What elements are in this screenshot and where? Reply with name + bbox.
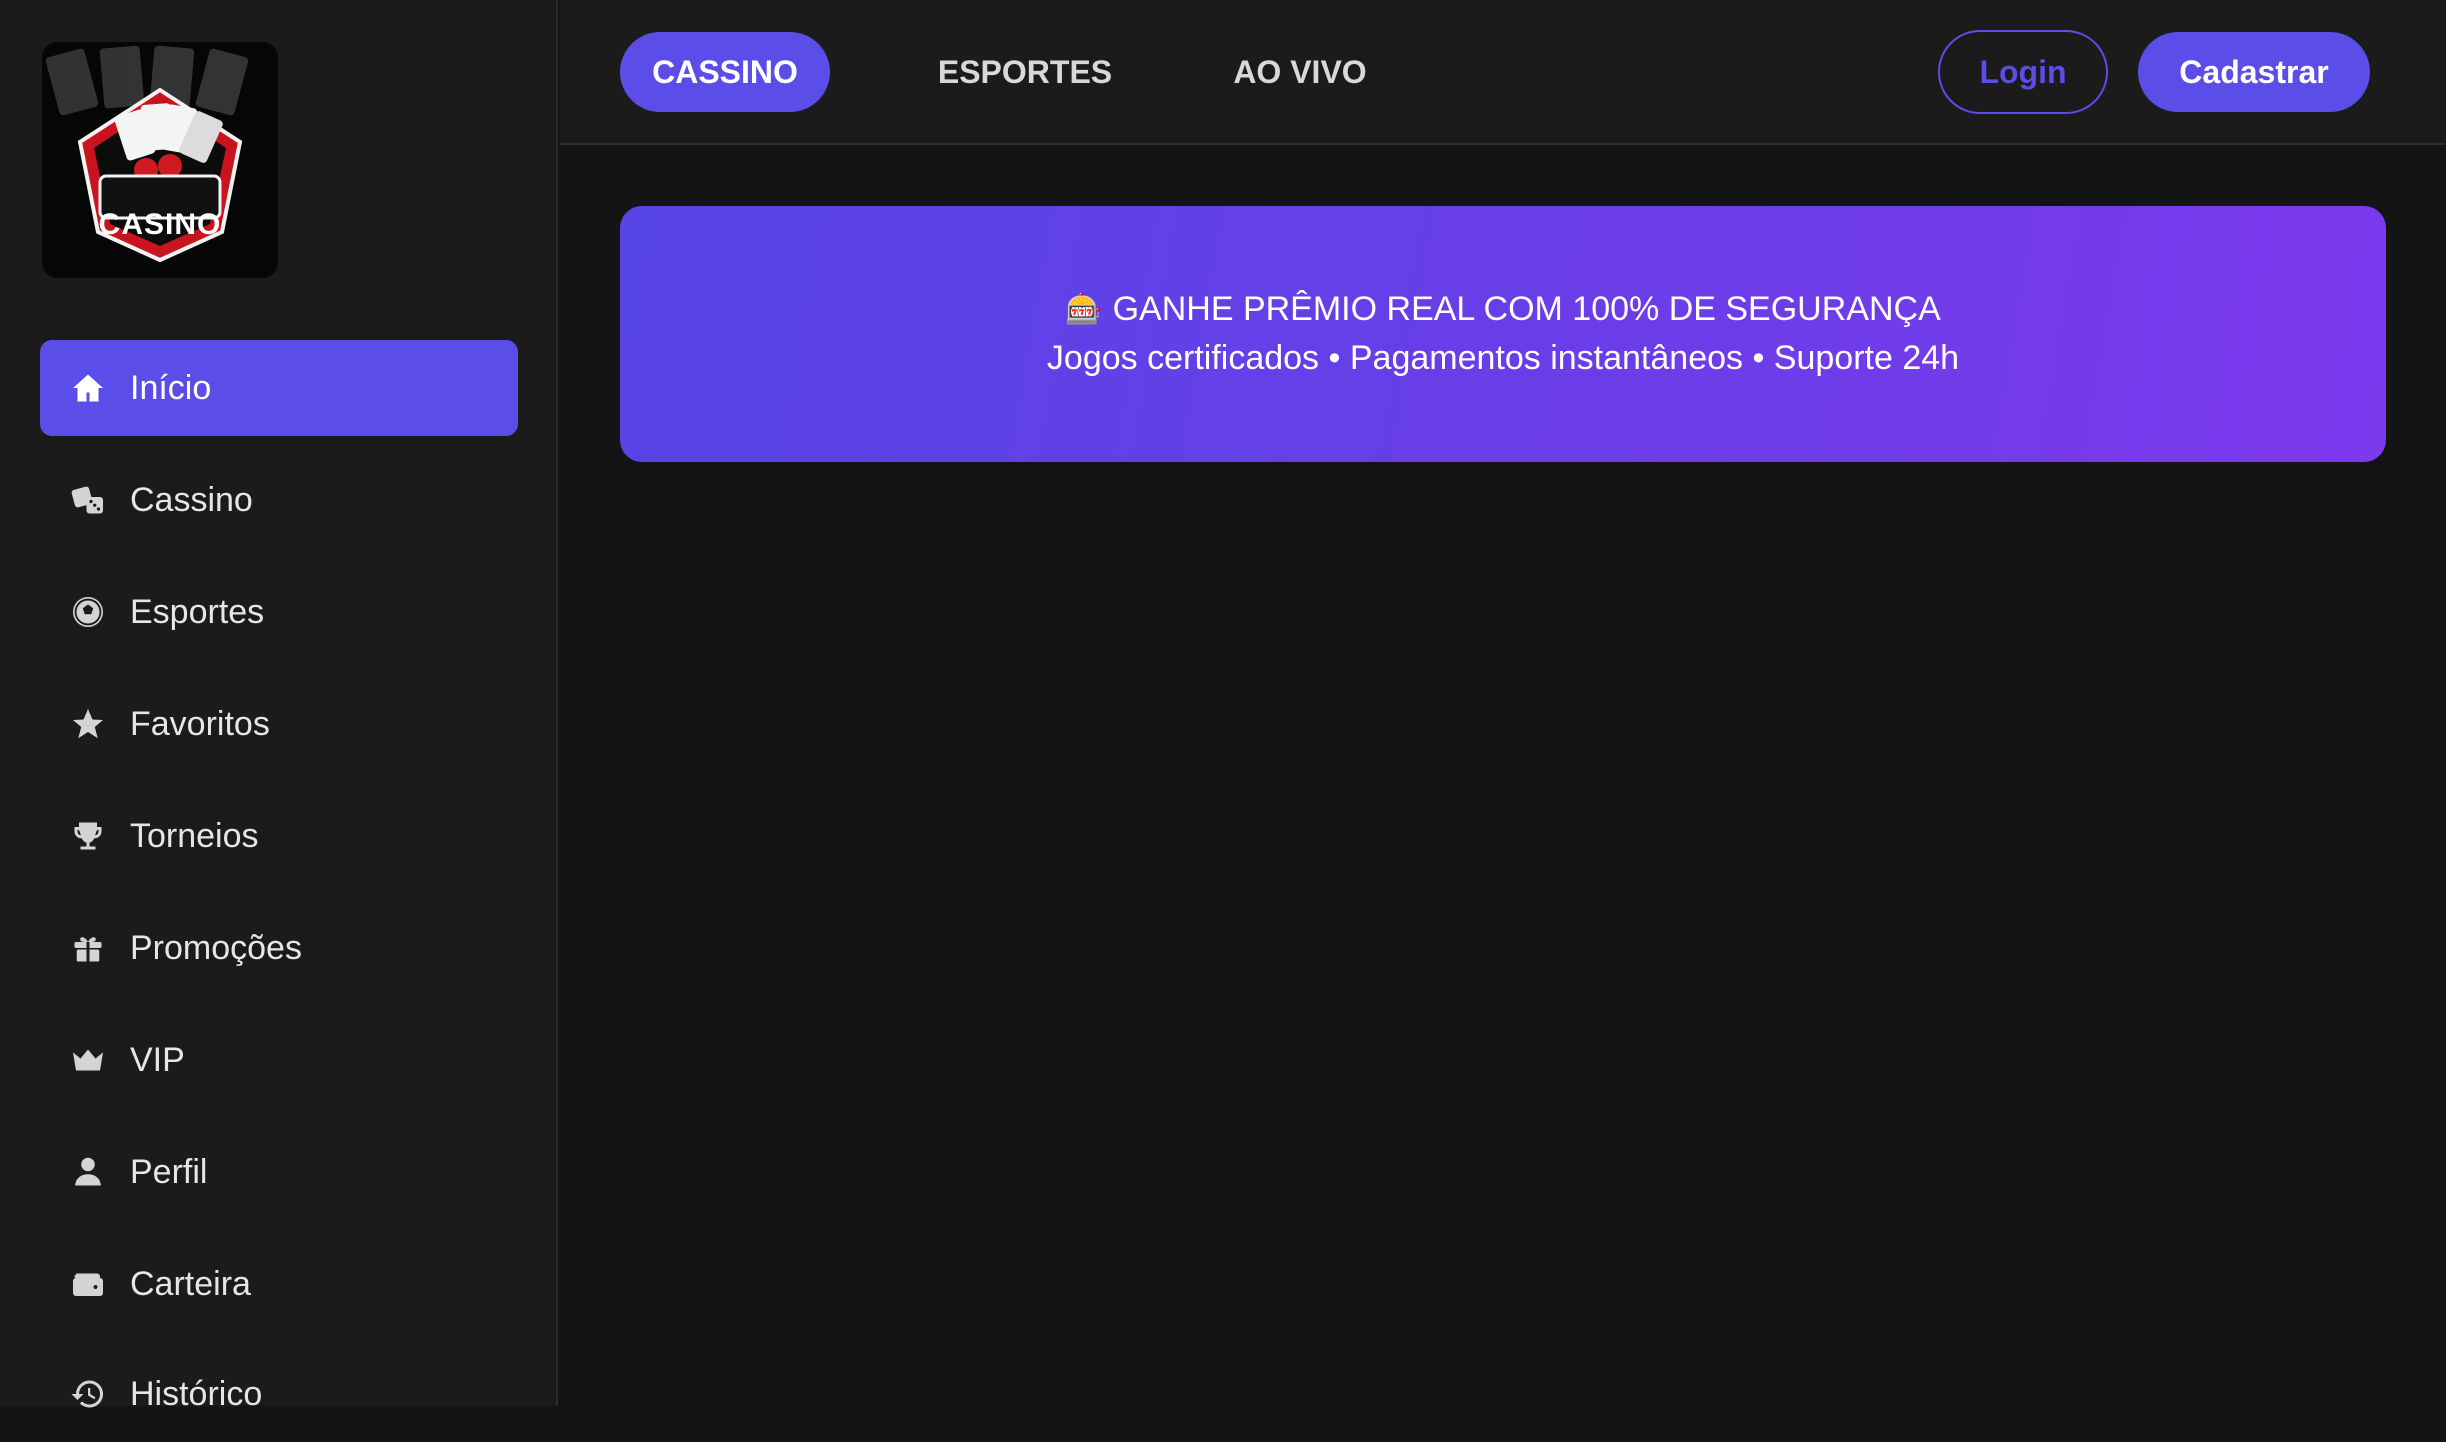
dice-icon [68, 480, 108, 520]
register-button[interactable]: Cadastrar [2138, 32, 2370, 112]
slot-machine-icon: 🎰 [1065, 293, 1103, 326]
sidebar: CASINO Início Cassino Esportes Favoritos… [0, 0, 558, 1413]
sidebar-item-label: Carteira [130, 1264, 251, 1303]
sidebar-item-promocoes[interactable]: Promoções [40, 900, 518, 996]
sidebar-item-label: Perfil [130, 1152, 208, 1191]
sidebar-item-label: Início [130, 368, 212, 407]
banner-title-row: 🎰 GANHE PRÊMIO REAL COM 100% DE SEGURANÇ… [1065, 290, 1941, 329]
sidebar-item-label: VIP [130, 1040, 185, 1079]
tab-esportes[interactable]: ESPORTES [910, 32, 1140, 112]
sidebar-item-carteira[interactable]: Carteira [40, 1236, 518, 1332]
crown-icon [68, 1040, 108, 1080]
casino-logo[interactable]: CASINO [42, 42, 278, 278]
sidebar-item-cassino[interactable]: Cassino [40, 452, 518, 548]
sidebar-item-torneios[interactable]: Torneios [40, 788, 518, 884]
sidebar-item-perfil[interactable]: Perfil [40, 1124, 518, 1220]
top-navigation: CASSINO ESPORTES AO VIVO Login Cadastrar [560, 0, 2446, 145]
sidebar-item-vip[interactable]: VIP [40, 1012, 518, 1108]
sidebar-item-label: Histórico [130, 1374, 263, 1413]
sidebar-item-historico[interactable]: Histórico [40, 1346, 518, 1442]
trophy-icon [68, 816, 108, 856]
user-icon [68, 1152, 108, 1192]
sidebar-item-label: Favoritos [130, 704, 270, 743]
sidebar-item-label: Promoções [130, 928, 302, 967]
logo-text: CASINO [98, 208, 222, 241]
banner-subtitle: Jogos certificados • Pagamentos instantâ… [1046, 339, 1960, 377]
casino-logo-image [42, 42, 278, 278]
tab-cassino[interactable]: CASSINO [620, 32, 830, 112]
gift-icon [68, 928, 108, 968]
sidebar-item-favoritos[interactable]: Favoritos [40, 676, 518, 772]
star-icon [68, 704, 108, 744]
sidebar-item-inicio[interactable]: Início [40, 340, 518, 436]
wallet-icon [68, 1264, 108, 1304]
home-icon [68, 368, 108, 408]
banner-title: GANHE PRÊMIO REAL COM 100% DE SEGURANÇA [1112, 290, 1941, 328]
sidebar-item-label: Torneios [130, 816, 259, 855]
history-icon [68, 1374, 108, 1414]
promo-banner: 🎰 GANHE PRÊMIO REAL COM 100% DE SEGURANÇ… [620, 206, 2386, 462]
sidebar-item-label: Esportes [130, 592, 265, 631]
sidebar-item-esportes[interactable]: Esportes [40, 564, 518, 660]
login-button[interactable]: Login [1938, 30, 2108, 114]
soccer-ball-icon [68, 592, 108, 632]
tab-ao-vivo[interactable]: AO VIVO [1200, 32, 1400, 112]
sidebar-item-label: Cassino [130, 480, 253, 519]
